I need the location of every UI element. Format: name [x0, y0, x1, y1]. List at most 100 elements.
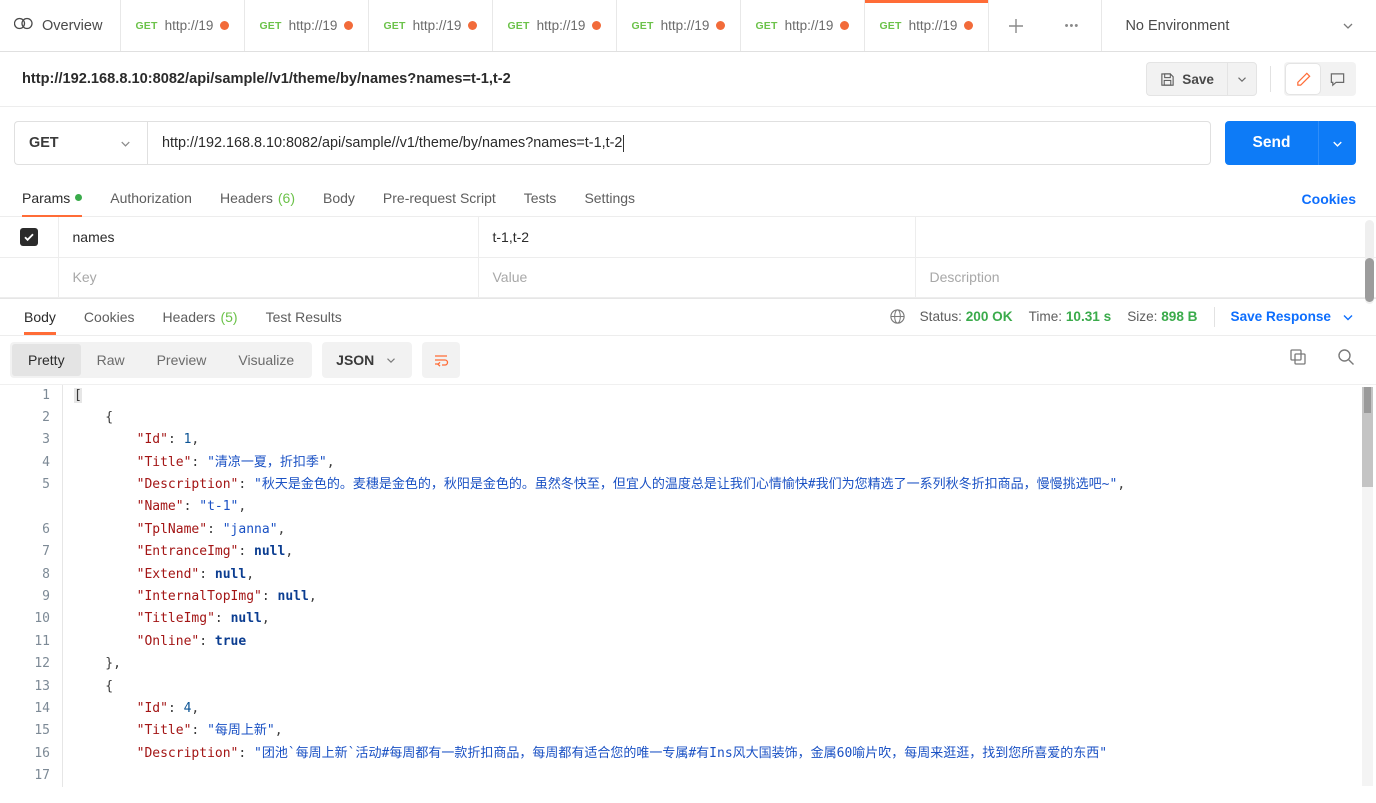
- response-tab-headers-count: (5): [220, 309, 237, 325]
- param-description-cell[interactable]: [915, 217, 1376, 257]
- param-checkbox[interactable]: [20, 228, 38, 246]
- tab-settings[interactable]: Settings: [570, 179, 649, 216]
- tab-pre-request-script-label: Pre-request Script: [383, 190, 496, 206]
- send-group: Send: [1225, 121, 1356, 165]
- unsaved-indicator-icon: [716, 21, 725, 30]
- response-tab-headers[interactable]: Headers (5): [149, 299, 252, 335]
- request-tab-1[interactable]: GET http://19: [121, 0, 245, 51]
- cookies-link[interactable]: Cookies: [1302, 191, 1356, 216]
- response-tab-body[interactable]: Body: [10, 299, 70, 335]
- table-row-placeholder[interactable]: Key Value Description: [0, 257, 1376, 297]
- tab-headers[interactable]: Headers (6): [206, 179, 309, 216]
- param-description-placeholder[interactable]: Description: [915, 257, 1376, 297]
- view-mode-pretty[interactable]: Pretty: [12, 344, 81, 376]
- tab-pre-request-script[interactable]: Pre-request Script: [369, 179, 510, 216]
- request-tab-url: http://19: [289, 18, 338, 33]
- request-tab-method: GET: [755, 20, 777, 32]
- edit-request-button[interactable]: [1286, 64, 1320, 94]
- code-lines[interactable]: [ { "Id": 1, "Title": "清凉一夏，折扣季", "Descr…: [62, 385, 1376, 787]
- overview-tab-label: Overview: [42, 18, 102, 34]
- request-tab-6[interactable]: GET http://19: [741, 0, 865, 51]
- url-input[interactable]: http://192.168.8.10:8082/api/sample//v1/…: [147, 121, 1211, 165]
- tab-params-label: Params: [22, 190, 70, 206]
- unsaved-indicator-icon: [468, 21, 477, 30]
- url-input-value: http://192.168.8.10:8082/api/sample//v1/…: [162, 135, 622, 151]
- tab-params[interactable]: Params: [22, 179, 96, 216]
- request-tab-url: http://19: [413, 18, 462, 33]
- send-options-button[interactable]: [1318, 121, 1356, 165]
- size-badge: Size: 898 B: [1127, 309, 1197, 324]
- send-button[interactable]: Send: [1225, 121, 1318, 165]
- view-mode-raw[interactable]: Raw: [81, 344, 141, 376]
- response-body-viewer[interactable]: 1234567891011121314151617 [ { "Id": 1, "…: [0, 384, 1376, 787]
- tab-authorization-label: Authorization: [110, 190, 192, 206]
- response-vertical-scrollbar[interactable]: [1362, 387, 1373, 786]
- line-number: 11: [0, 631, 50, 653]
- request-tab-url: http://19: [785, 18, 834, 33]
- tab-authorization[interactable]: Authorization: [96, 179, 206, 216]
- search-response-button[interactable]: [1336, 347, 1356, 372]
- response-stats: Status: 200 OK Time: 10.31 s Size: 898 B…: [889, 307, 1356, 327]
- line-number: 16: [0, 743, 50, 765]
- tab-tests-label: Tests: [524, 190, 557, 206]
- tab-body-label: Body: [323, 190, 355, 206]
- table-row[interactable]: names t-1,t-2: [0, 217, 1376, 257]
- save-button[interactable]: Save: [1146, 62, 1227, 96]
- line-number: 5: [0, 474, 50, 496]
- request-tab-method: GET: [259, 20, 281, 32]
- line-number: 15: [0, 720, 50, 742]
- time-badge: Time: 10.31 s: [1029, 309, 1112, 324]
- response-format-select[interactable]: JSON: [322, 342, 412, 378]
- check-icon: [23, 231, 35, 243]
- param-value-placeholder[interactable]: Value: [478, 257, 915, 297]
- response-tab-test-results[interactable]: Test Results: [252, 299, 356, 335]
- param-key-cell[interactable]: names: [58, 217, 478, 257]
- view-mode-preview[interactable]: Preview: [141, 344, 223, 376]
- request-section-tabs: Params Authorization Headers (6) Body Pr…: [0, 179, 1376, 217]
- divider: [1270, 66, 1271, 92]
- new-tab-button[interactable]: [989, 0, 1042, 51]
- chevron-down-icon[interactable]: [1340, 309, 1356, 325]
- request-tab-method: GET: [507, 20, 529, 32]
- code-line: "TplName": "janna",: [74, 519, 1376, 541]
- unsaved-indicator-icon: [344, 21, 353, 30]
- tab-body[interactable]: Body: [309, 179, 369, 216]
- environment-selector[interactable]: No Environment: [1102, 0, 1376, 51]
- response-tab-cookies[interactable]: Cookies: [70, 299, 149, 335]
- response-meta-row: Body Cookies Headers (5) Test Results St…: [0, 299, 1376, 336]
- view-mode-controls: Pretty Raw Preview Visualize JSON: [10, 342, 460, 378]
- param-key-placeholder[interactable]: Key: [58, 257, 478, 297]
- save-response-button[interactable]: Save Response: [1231, 309, 1332, 324]
- comments-button[interactable]: [1320, 64, 1354, 94]
- code-line: "Title": "清凉一夏，折扣季",: [74, 452, 1376, 474]
- request-tab-5[interactable]: GET http://19: [617, 0, 741, 51]
- json-code: 1234567891011121314151617 [ { "Id": 1, "…: [0, 385, 1376, 787]
- tab-tests[interactable]: Tests: [510, 179, 571, 216]
- request-title-row: http://192.168.8.10:8082/api/sample//v1/…: [0, 52, 1376, 107]
- code-line: "Extend": null,: [74, 564, 1376, 586]
- copy-response-button[interactable]: [1288, 347, 1308, 372]
- request-tab-4[interactable]: GET http://19: [493, 0, 617, 51]
- response-scrollbar-thumb[interactable]: [1364, 387, 1371, 413]
- params-scrollbar-thumb[interactable]: [1365, 258, 1374, 302]
- param-value-cell[interactable]: t-1,t-2: [478, 217, 915, 257]
- params-scrollbar[interactable]: [1365, 220, 1374, 304]
- request-tab-3[interactable]: GET http://19: [369, 0, 493, 51]
- overview-tab[interactable]: Overview: [0, 0, 121, 51]
- response-actions: [1288, 347, 1356, 372]
- code-line: {: [74, 407, 1376, 429]
- line-number: 17: [0, 765, 50, 786]
- http-method-select[interactable]: GET: [14, 121, 147, 165]
- word-wrap-button[interactable]: [422, 342, 460, 378]
- save-options-button[interactable]: [1227, 62, 1257, 96]
- text-cursor: [623, 135, 624, 152]
- request-tab-2[interactable]: GET http://19: [245, 0, 369, 51]
- params-table: names t-1,t-2 Key Value Description: [0, 217, 1376, 298]
- request-tab-method: GET: [879, 20, 901, 32]
- response-tab-body-label: Body: [24, 309, 56, 325]
- tab-options-button[interactable]: •••: [1042, 0, 1102, 51]
- code-line: "Description": "团池`每周上新`活动#每周都有一款折扣商品，每周…: [74, 743, 1376, 765]
- view-mode-group: [1284, 62, 1356, 96]
- view-mode-visualize[interactable]: Visualize: [222, 344, 310, 376]
- request-tab-7-active[interactable]: GET http://19: [865, 0, 989, 51]
